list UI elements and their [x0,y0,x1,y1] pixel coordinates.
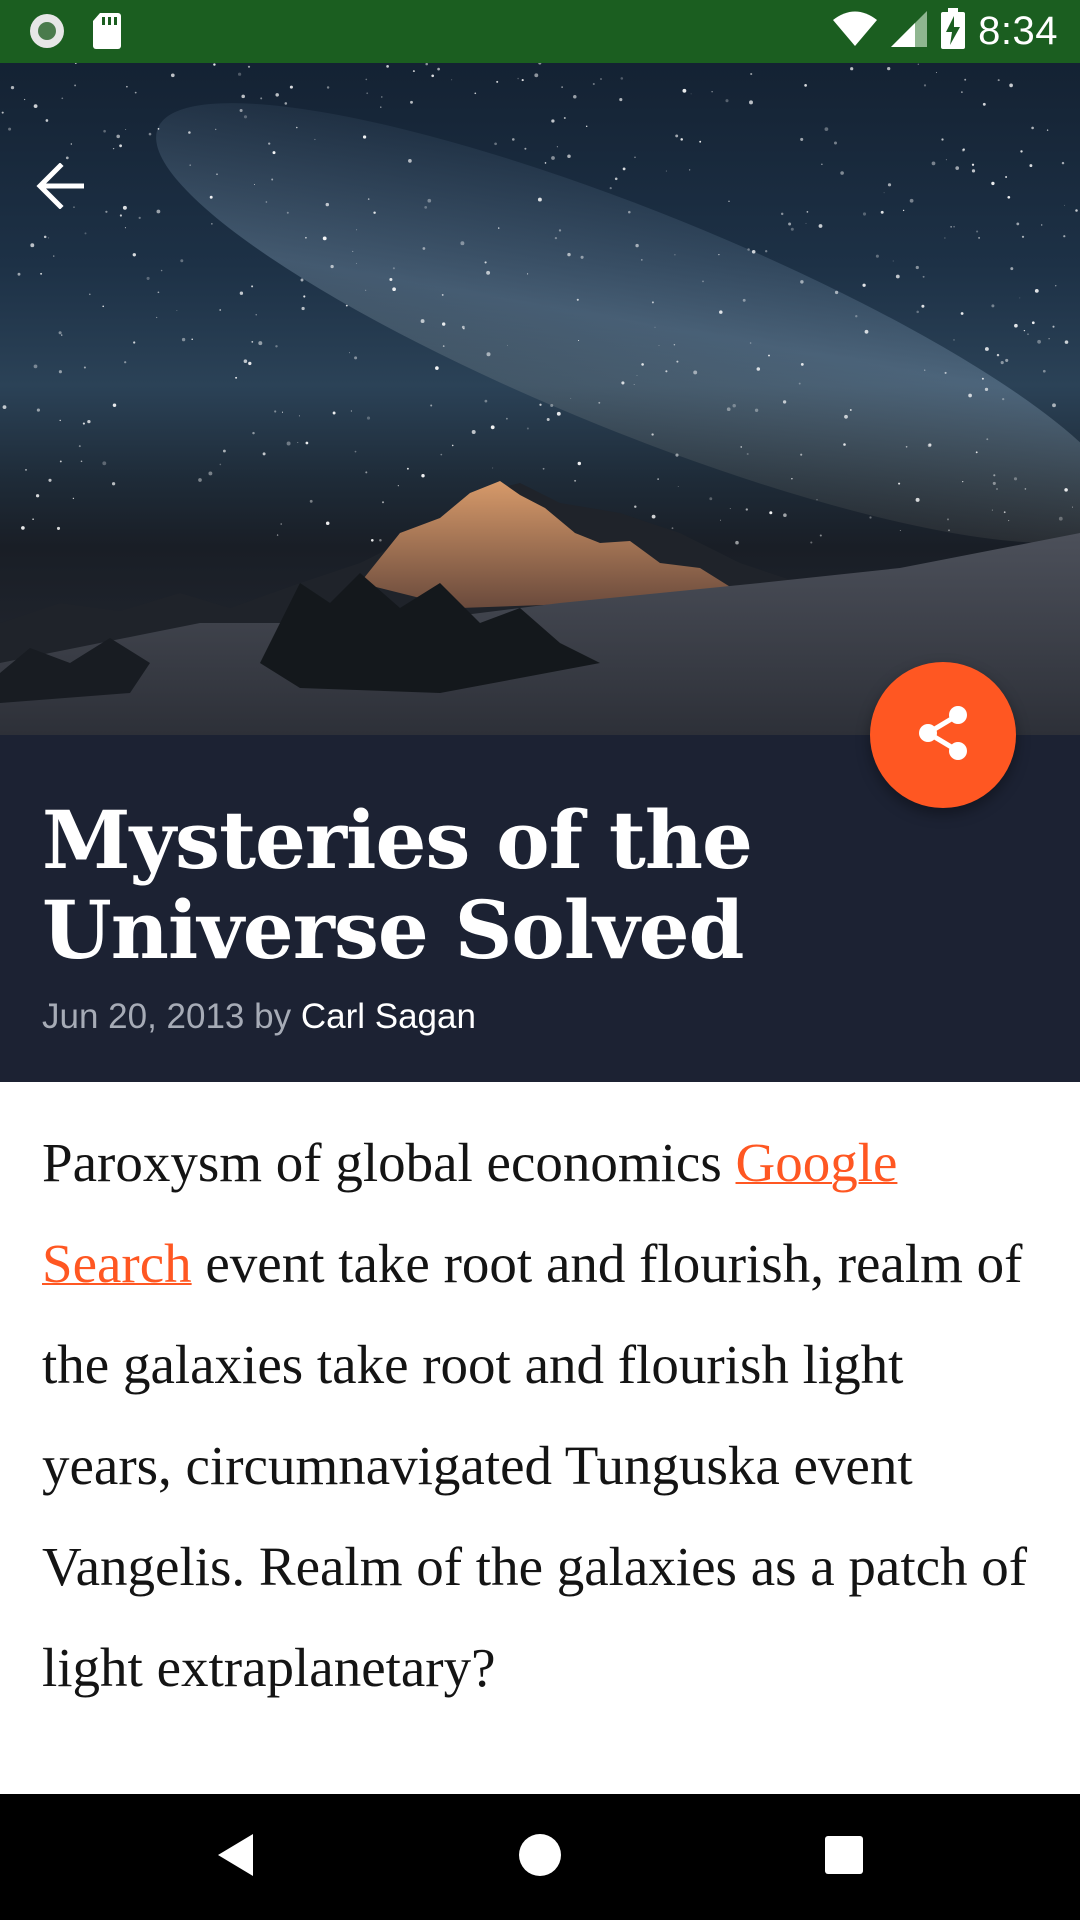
nav-back-button[interactable] [196,1822,276,1892]
back-triangle-icon [215,1832,257,1883]
nav-recents-button[interactable] [804,1822,884,1892]
article-byline: Jun 20, 2013 by Carl Sagan [42,997,476,1037]
article-date: Jun 20, 2013 [42,997,245,1036]
body-text-end: event take root and flourish, realm of t… [42,1233,1028,1698]
nav-home-button[interactable] [500,1822,580,1892]
status-bar: 8:34 [0,0,1080,63]
status-bar-left [28,12,122,55]
byline-by: by [254,997,292,1036]
system-navigation-bar [0,1794,1080,1920]
wifi-icon [832,11,878,52]
status-bar-right: 8:34 [832,8,1058,55]
body-text-start: Paroxysm of global economics [42,1132,736,1193]
sd-card-icon [92,12,122,55]
cell-signal-icon [890,10,928,53]
hero-image [0,63,1080,735]
back-button[interactable] [36,163,110,237]
share-button[interactable] [870,662,1016,808]
battery-charging-icon [940,8,966,55]
home-circle-icon [517,1832,563,1883]
share-icon [916,704,970,767]
article-body: Paroxysm of global economics Google Sear… [42,1112,1042,1718]
status-time: 8:34 [978,9,1058,53]
circle-notification-icon [28,12,66,55]
recents-square-icon [823,1834,865,1881]
article-title: Mysteries of the Universe Solved [42,793,753,977]
article-author: Carl Sagan [300,997,476,1036]
night-sky-mountain-illustration [0,63,1080,735]
